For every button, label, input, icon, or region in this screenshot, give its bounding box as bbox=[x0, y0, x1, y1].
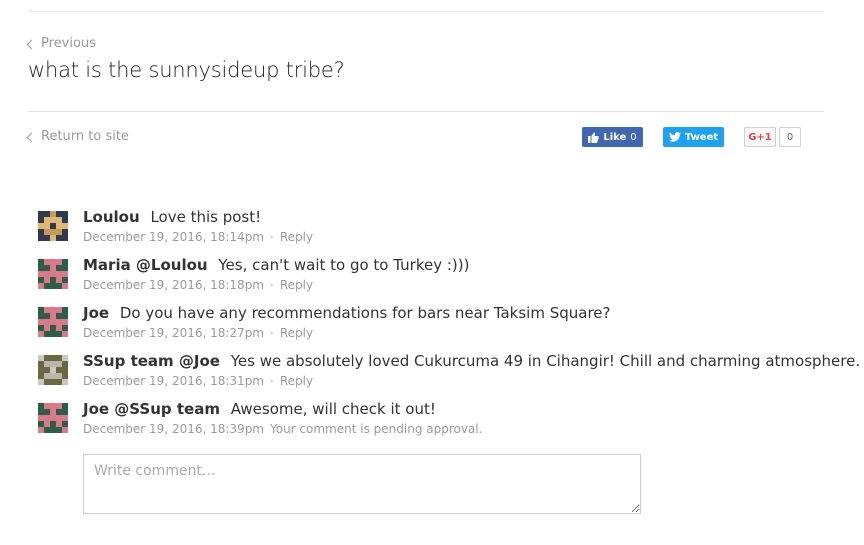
google-plus-share: G+1 0 bbox=[744, 127, 801, 147]
pixel-avatar-gray-icon bbox=[38, 355, 68, 385]
comment-date: December 19, 2016, 18:14pm bbox=[83, 230, 264, 244]
return-to-site-link[interactable]: Return to site bbox=[26, 129, 129, 144]
tweet-label: Tweet bbox=[684, 131, 719, 143]
reply-link[interactable]: Reply bbox=[280, 374, 313, 388]
avatar bbox=[38, 355, 68, 385]
pixel-avatar-pink-icon bbox=[38, 259, 68, 289]
comment-date: December 19, 2016, 18:39pm bbox=[83, 422, 264, 436]
return-label: Return to site bbox=[41, 129, 129, 144]
separator-dot: · bbox=[270, 326, 274, 340]
comment-text: Yes we absolutely loved Cukurcuma 49 in … bbox=[230, 352, 861, 370]
separator-dot: · bbox=[270, 230, 274, 244]
comment-date: December 19, 2016, 18:27pm bbox=[83, 326, 264, 340]
pixel-avatar-gold-icon bbox=[38, 211, 68, 241]
comment-date: December 19, 2016, 18:18pm bbox=[83, 278, 264, 292]
comment-item: SSup team @Joe Yes we absolutely loved C… bbox=[38, 352, 861, 400]
comment-author[interactable]: Joe @SSup team bbox=[83, 400, 220, 418]
chevron-left-icon bbox=[26, 132, 37, 142]
avatar bbox=[38, 403, 68, 433]
pixel-avatar-pink-icon bbox=[38, 307, 68, 337]
reply-link[interactable]: Reply bbox=[280, 326, 313, 340]
twitter-bird-icon bbox=[668, 132, 681, 142]
comment-author[interactable]: Joe bbox=[83, 304, 109, 322]
previous-label: Previous bbox=[41, 36, 96, 51]
comment-item: Joe Do you have any recommendations for … bbox=[38, 304, 858, 352]
avatar bbox=[38, 211, 68, 241]
thumbs-up-icon bbox=[588, 132, 600, 143]
google-plus-button[interactable]: G+1 bbox=[744, 127, 776, 147]
comment-text: Awesome, will check it out! bbox=[230, 400, 436, 418]
comment-item: Loulou Love this post! December 19, 2016… bbox=[38, 208, 858, 256]
chevron-left-icon bbox=[26, 39, 37, 49]
post-title: what is the sunnysideup tribe? bbox=[28, 58, 345, 82]
comment-item: Joe @SSup team Awesome, will check it ou… bbox=[38, 400, 858, 448]
reply-link[interactable]: Reply bbox=[280, 230, 313, 244]
pixel-avatar-pink-icon bbox=[38, 403, 68, 433]
comment-author[interactable]: Loulou bbox=[83, 208, 140, 226]
facebook-like-label: Like bbox=[603, 131, 627, 143]
avatar bbox=[38, 259, 68, 289]
reply-link[interactable]: Reply bbox=[280, 278, 313, 292]
facebook-like-count: 0 bbox=[630, 131, 637, 143]
pending-approval-status: Your comment is pending approval. bbox=[270, 422, 483, 436]
google-plus-count: 0 bbox=[779, 127, 801, 147]
facebook-like-button[interactable]: Like 0 bbox=[582, 127, 643, 147]
top-divider bbox=[28, 11, 824, 12]
comment-item: Maria @Loulou Yes, can't wait to go to T… bbox=[38, 256, 858, 304]
comment-author[interactable]: Maria @Loulou bbox=[83, 256, 208, 274]
comment-date: December 19, 2016, 18:31pm bbox=[83, 374, 264, 388]
comment-text: Do you have any recommendations for bars… bbox=[119, 304, 611, 322]
previous-link[interactable]: Previous bbox=[26, 36, 96, 51]
comment-input[interactable] bbox=[83, 454, 641, 514]
comment-author[interactable]: SSup team @Joe bbox=[83, 352, 220, 370]
comment-list: Loulou Love this post! December 19, 2016… bbox=[38, 208, 861, 448]
comment-text: Love this post! bbox=[150, 208, 262, 226]
comment-text: Yes, can't wait to go to Turkey :))) bbox=[218, 256, 470, 274]
tweet-button[interactable]: Tweet bbox=[663, 127, 724, 147]
avatar bbox=[38, 307, 68, 337]
separator-dot: · bbox=[270, 278, 274, 292]
header-divider bbox=[28, 111, 824, 112]
separator-dot: · bbox=[270, 374, 274, 388]
